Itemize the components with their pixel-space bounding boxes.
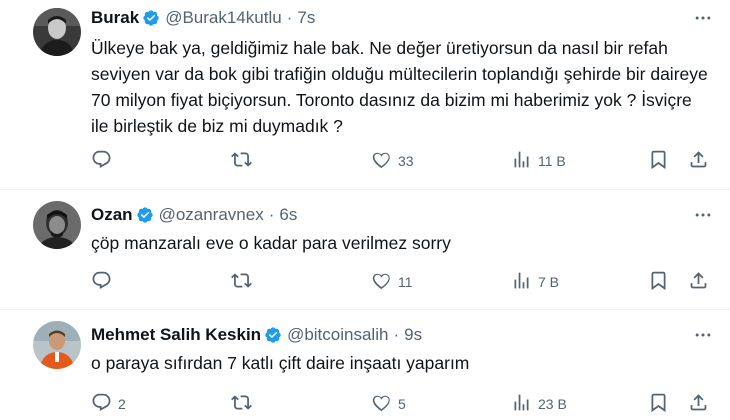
author-handle[interactable]: @bitcoinsalih [287,325,388,345]
bookmark-icon [648,149,669,173]
share-icon [688,392,709,416]
avatar[interactable] [33,321,81,369]
more-icon[interactable] [691,323,715,347]
tweet-burak[interactable]: Burak @Burak14kutlu · 7s Ülkeye bak ya, … [0,0,730,190]
separator-dot: · [286,8,293,27]
like-icon [371,270,392,294]
bookmark-button[interactable] [648,149,669,173]
bookmark-icon [648,270,669,294]
separator-dot: · [393,325,400,344]
like-button[interactable]: 33 [371,149,414,173]
author-name[interactable]: Ozan [91,205,133,225]
reply-button[interactable] [91,270,118,294]
retweet-button[interactable] [231,270,258,294]
author-name[interactable]: Burak [91,8,139,28]
bookmark-button[interactable] [648,392,669,416]
reply-button[interactable] [91,149,118,173]
views-button[interactable]: 7 B [511,270,559,294]
verified-badge-icon [136,206,154,224]
share-button[interactable] [688,270,709,294]
like-icon [371,392,392,416]
views-button[interactable]: 11 B [511,149,566,173]
timestamp[interactable]: 9s [404,325,422,345]
share-icon [688,149,709,173]
views-count: 23 B [538,396,567,412]
separator-dot: · [268,205,275,224]
like-button[interactable]: 5 [371,392,406,416]
timestamp[interactable]: 6s [279,205,297,225]
reply-icon [91,270,112,294]
action-bar: 2 5 23 B [91,392,721,416]
verified-badge-icon [142,9,160,27]
tweet-text: o paraya sıfırdan 7 katlı çift daire inş… [91,353,470,373]
author-handle[interactable]: @ozanravnex [159,205,264,225]
views-icon [511,270,532,294]
like-button[interactable]: 11 [371,270,413,294]
views-icon [511,392,532,416]
like-count: 5 [398,396,406,412]
share-button[interactable] [688,392,709,416]
verified-badge-icon [264,326,282,344]
tweet-text: Ülkeye bak ya, geldiğimiz hale bak. Ne d… [91,38,708,136]
author-name[interactable]: Mehmet Salih Keskin [91,325,261,345]
views-count: 11 B [538,153,566,169]
timestamp[interactable]: 7s [297,8,315,28]
more-icon[interactable] [691,203,715,227]
like-count: 33 [398,153,414,169]
views-count: 7 B [538,274,560,290]
tweet-ozan[interactable]: Ozan @ozanravnex · 6s çöp manzaralı eve … [0,190,730,310]
bookmark-icon [648,392,669,416]
retweet-button[interactable] [231,392,258,416]
reply-icon [91,392,112,416]
retweet-icon [231,149,252,173]
share-button[interactable] [688,149,709,173]
reply-icon [91,149,112,173]
tweet-mehmet[interactable]: Mehmet Salih Keskin @bitcoinsalih · 9s o… [0,310,730,420]
action-bar: 33 11 B [91,149,721,173]
views-icon [511,149,532,173]
views-button[interactable]: 23 B [511,392,567,416]
author-handle[interactable]: @Burak14kutlu [165,8,282,28]
tweet-text: çöp manzaralı eve o kadar para verilmez … [91,233,451,253]
retweet-icon [231,392,252,416]
reply-button[interactable]: 2 [91,392,126,416]
action-bar: 11 7 B [91,270,721,294]
avatar[interactable] [33,8,81,56]
avatar[interactable] [33,201,81,249]
reply-count: 2 [118,396,126,412]
retweet-icon [231,270,252,294]
like-count: 11 [398,274,413,290]
share-icon [688,270,709,294]
bookmark-button[interactable] [648,270,669,294]
more-icon[interactable] [691,6,715,30]
like-icon [371,149,392,173]
retweet-button[interactable] [231,149,258,173]
